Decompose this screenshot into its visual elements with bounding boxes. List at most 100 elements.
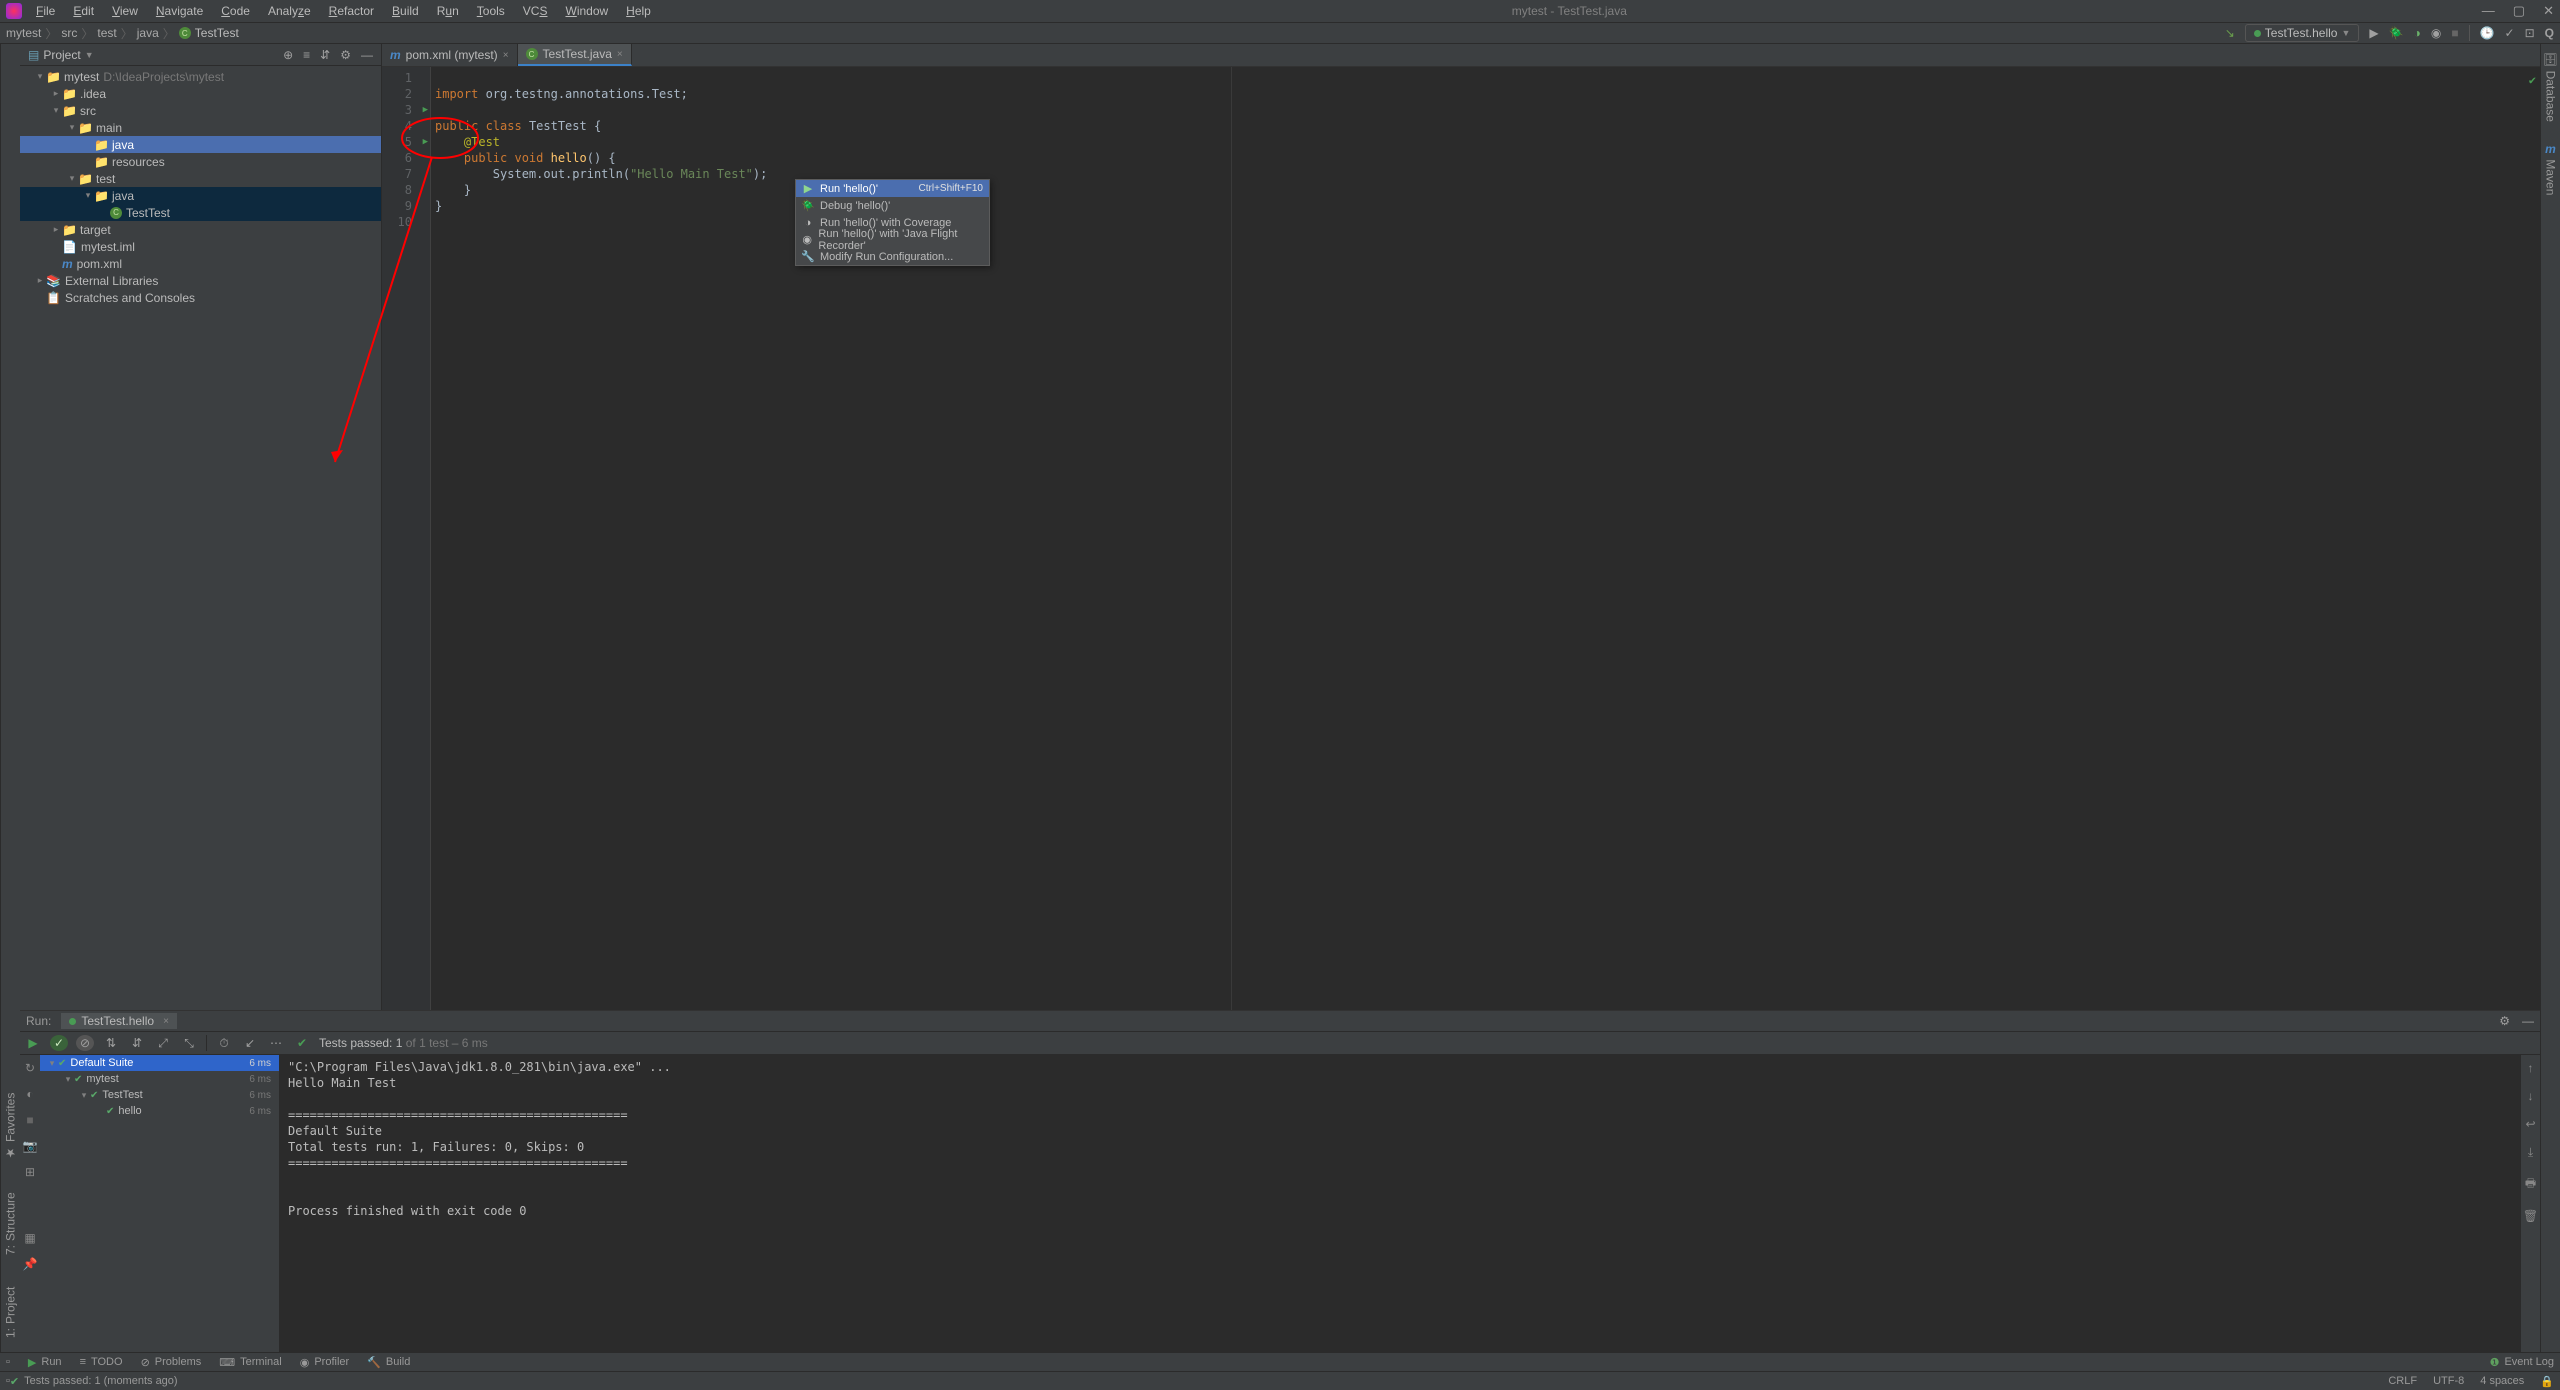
line-sep[interactable]: CRLF	[2388, 1375, 2417, 1387]
context-menu-run[interactable]: ▶Run 'hello()'Ctrl+Shift+F10	[796, 180, 989, 197]
close-tab-icon[interactable]: ×	[617, 49, 623, 60]
menu-edit[interactable]: Edit	[67, 2, 100, 20]
soft-wrap-icon[interactable]: ↩	[2525, 1117, 2535, 1131]
tree-item[interactable]: ▸📁.idea	[20, 85, 381, 102]
database-tool-button[interactable]: 🗄 Database	[2544, 52, 2558, 122]
menu-analyze[interactable]: Analyze	[262, 2, 317, 20]
menu-code[interactable]: Code	[215, 2, 256, 20]
expand-all-icon[interactable]: ≡	[303, 48, 310, 62]
layout-icon[interactable]: ⊞	[25, 1165, 35, 1179]
run-icon[interactable]: ▶	[2369, 26, 2378, 40]
tree-item[interactable]: ▾📁src	[20, 102, 381, 119]
breadcrumb-item[interactable]: test	[97, 26, 116, 40]
tree-item[interactable]: ▸📚External Libraries	[20, 272, 381, 289]
favorites-tool-button[interactable]: ★ Favorites	[2, 1087, 20, 1166]
sort-alpha-icon[interactable]: ⇵	[128, 1036, 146, 1050]
encoding[interactable]: UTF-8	[2433, 1375, 2464, 1387]
editor-tab[interactable]: CTestTest.java×	[518, 44, 632, 66]
test-tree-item[interactable]: ▾✔TestTest6 ms	[40, 1087, 279, 1103]
clock-icon[interactable]: ⏱	[215, 1036, 233, 1051]
git-commit-icon[interactable]: ✓	[2505, 26, 2515, 40]
build-hammer-icon[interactable]: ↘	[2225, 26, 2235, 40]
run-tab[interactable]: TestTest.hello×	[61, 1013, 177, 1029]
problems-tool-button[interactable]: ⊘Problems	[141, 1356, 202, 1369]
tree-item[interactable]: ▾📁main	[20, 119, 381, 136]
menu-tools[interactable]: Tools	[471, 2, 511, 20]
rerun-icon[interactable]: ▶	[24, 1036, 42, 1050]
export-icon[interactable]: ⋯	[267, 1036, 285, 1050]
build-tool-button[interactable]: 🔨Build	[367, 1356, 410, 1369]
breadcrumb-item[interactable]: src	[61, 26, 77, 40]
profile-icon[interactable]: ◉	[2431, 26, 2441, 40]
menu-vcs[interactable]: VCS	[517, 2, 554, 20]
up-icon[interactable]: ↑	[2528, 1061, 2534, 1075]
import-icon[interactable]: ↙	[241, 1036, 259, 1050]
tree-item[interactable]: ▸📁target	[20, 221, 381, 238]
hide-panel-icon[interactable]: —	[361, 48, 373, 62]
structure-tool-button[interactable]: 7: Structure	[2, 1186, 20, 1261]
test-tree-item[interactable]: ▾✔Default Suite6 ms	[40, 1055, 279, 1071]
menu-window[interactable]: Window	[559, 2, 614, 20]
tree-item[interactable]: mpom.xml	[20, 255, 381, 272]
menu-file[interactable]: File	[30, 2, 61, 20]
lock-icon[interactable]: 🔒	[2540, 1375, 2554, 1388]
debug-icon[interactable]: 🪲	[2389, 26, 2404, 40]
down-icon[interactable]: ↓	[2528, 1089, 2534, 1103]
settings-icon[interactable]: ▦	[24, 1231, 35, 1245]
project-view-select[interactable]: ▤ Project ▼	[28, 48, 94, 62]
locate-icon[interactable]: ⊕	[283, 48, 293, 62]
gear-icon[interactable]: ⚙	[2499, 1014, 2510, 1028]
run-gutter-icon[interactable]: ▶	[423, 102, 428, 118]
pin-icon[interactable]: 📌	[23, 1257, 38, 1271]
tree-root[interactable]: ▾📁mytestD:\IdeaProjects\mytest	[20, 68, 381, 85]
toggle-auto-icon[interactable]: ◐	[26, 1087, 33, 1101]
tree-item[interactable]: 📁java	[20, 136, 381, 153]
breadcrumb-class[interactable]: CTestTest	[179, 26, 239, 40]
test-tree-item[interactable]: ✔hello6 ms	[40, 1103, 279, 1119]
breadcrumb-item[interactable]: mytest	[6, 26, 41, 40]
tree-item[interactable]: ▾📁java	[20, 187, 381, 204]
stop-icon[interactable]: ■	[26, 1113, 33, 1127]
close-tab-icon[interactable]: ×	[503, 50, 509, 61]
clear-icon[interactable]: 🗑	[2523, 1209, 2538, 1223]
menu-refactor[interactable]: Refactor	[323, 2, 380, 20]
rerun-failed-icon[interactable]: ↻	[25, 1061, 35, 1075]
test-tree[interactable]: ▾✔Default Suite6 ms ▾✔mytest6 ms ▾✔TestT…	[40, 1055, 280, 1352]
tree-item[interactable]: 📋Scratches and Consoles	[20, 289, 381, 306]
search-icon[interactable]: ⊡	[2525, 26, 2535, 40]
tree-item[interactable]: 📄mytest.iml	[20, 238, 381, 255]
menu-build[interactable]: Build	[386, 2, 425, 20]
print-icon[interactable]: 🖶	[2525, 1174, 2536, 1195]
menu-run[interactable]: Run	[431, 2, 465, 20]
maven-tool-button[interactable]: m Maven	[2544, 142, 2558, 195]
test-tree-item[interactable]: ▾✔mytest6 ms	[40, 1071, 279, 1087]
hide-panel-icon[interactable]: —	[2522, 1014, 2534, 1028]
event-log-button[interactable]: ❶Event Log	[2490, 1356, 2554, 1369]
tree-item[interactable]: CTestTest	[20, 204, 381, 221]
menu-navigate[interactable]: Navigate	[150, 2, 209, 20]
collapse-all-icon[interactable]: ⇵	[320, 48, 330, 62]
git-branch-icon[interactable]: 🕒	[2480, 26, 2495, 40]
dump-icon[interactable]: 📷	[23, 1139, 38, 1153]
find-everywhere-icon[interactable]: Q	[2545, 26, 2554, 40]
gear-icon[interactable]: ⚙	[340, 48, 351, 62]
maximize-icon[interactable]: ▢	[2513, 3, 2525, 19]
context-menu-jfr[interactable]: ◉Run 'hello()' with 'Java Flight Recorde…	[796, 231, 989, 248]
run-gutter-icon[interactable]: ▶	[423, 134, 428, 150]
profiler-tool-button[interactable]: ◉Profiler	[300, 1356, 349, 1369]
run-config-select[interactable]: TestTest.hello ▼	[2245, 24, 2360, 42]
show-ignored-icon[interactable]: ⊘	[76, 1035, 94, 1051]
scroll-end-icon[interactable]: ⤓	[2528, 1145, 2533, 1160]
inspection-ok-icon[interactable]: ✔	[2529, 72, 2536, 88]
collapse-all-icon[interactable]: ⤡	[180, 1036, 198, 1051]
sort-icon[interactable]: ⇅	[102, 1036, 120, 1050]
stop-icon[interactable]: ■	[2451, 26, 2458, 40]
menu-help[interactable]: Help	[620, 2, 657, 20]
tool-window-menu-icon[interactable]: ▫	[6, 1356, 10, 1368]
context-menu-debug[interactable]: 🪲Debug 'hello()'	[796, 197, 989, 214]
coverage-icon[interactable]: ◑	[2414, 26, 2421, 40]
tree-item[interactable]: ▾📁test	[20, 170, 381, 187]
editor-tab[interactable]: mpom.xml (mytest)×	[382, 44, 518, 66]
todo-tool-button[interactable]: ≡TODO	[80, 1356, 123, 1368]
minimize-icon[interactable]: —	[2482, 3, 2495, 19]
